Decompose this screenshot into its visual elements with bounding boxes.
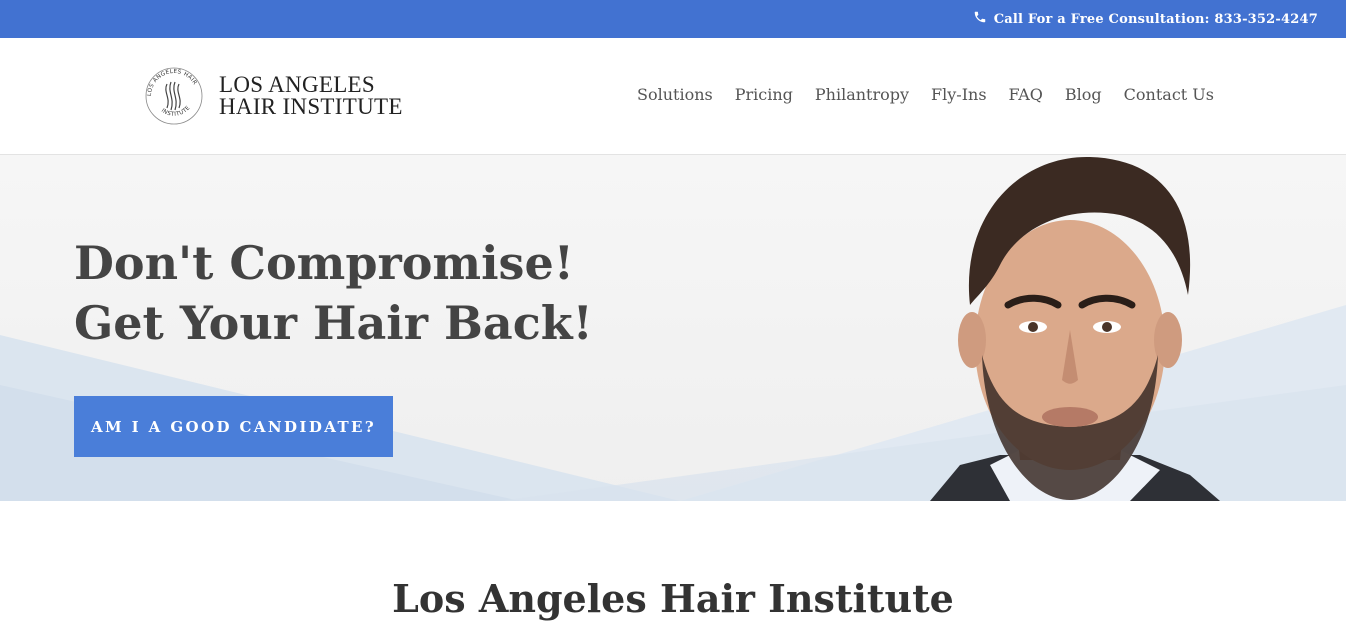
hero-headline: Don't Compromise! Get Your Hair Back!	[74, 233, 593, 353]
hero-headline-line-1: Don't Compromise!	[74, 236, 574, 290]
logo-line-1: LOS ANGELES	[219, 72, 376, 97]
nav-philantropy[interactable]: Philantropy	[815, 85, 909, 104]
hero-headline-line-2: Get Your Hair Back!	[74, 296, 593, 350]
logo-line-2: HAIR INSTITUTE	[219, 94, 403, 119]
consultation-text: Call For a Free Consultation: 833-352-42…	[993, 11, 1318, 27]
section-title: Los Angeles Hair Institute	[392, 576, 954, 621]
nav-blog[interactable]: Blog	[1065, 85, 1102, 104]
nav-faq[interactable]: FAQ	[1009, 85, 1043, 104]
main-navigation: Solutions Pricing Philantropy Fly-Ins FA…	[637, 85, 1214, 104]
nav-fly-ins[interactable]: Fly-Ins	[931, 85, 987, 104]
phone-icon	[973, 10, 987, 28]
nav-pricing[interactable]: Pricing	[735, 85, 793, 104]
site-logo[interactable]: LOS ANGELES HAIR INSTITUTE LOS ANGELES H…	[143, 64, 403, 128]
logo-emblem: LOS ANGELES HAIR INSTITUTE	[145, 67, 203, 125]
hero-banner: Don't Compromise! Get Your Hair Back! AM…	[0, 155, 1346, 501]
logo-wordmark: LOS ANGELES HAIR INSTITUTE	[219, 72, 403, 119]
top-contact-bar: Call For a Free Consultation: 833-352-42…	[0, 0, 1346, 38]
site-header: LOS ANGELES HAIR INSTITUTE LOS ANGELES H…	[0, 38, 1346, 155]
good-candidate-button[interactable]: AM I A GOOD CANDIDATE?	[74, 396, 393, 457]
hero-portrait-image	[930, 156, 1220, 501]
nav-contact-us[interactable]: Contact Us	[1124, 85, 1214, 104]
consultation-link[interactable]: Call For a Free Consultation: 833-352-42…	[973, 10, 1318, 28]
nav-solutions[interactable]: Solutions	[637, 85, 713, 104]
